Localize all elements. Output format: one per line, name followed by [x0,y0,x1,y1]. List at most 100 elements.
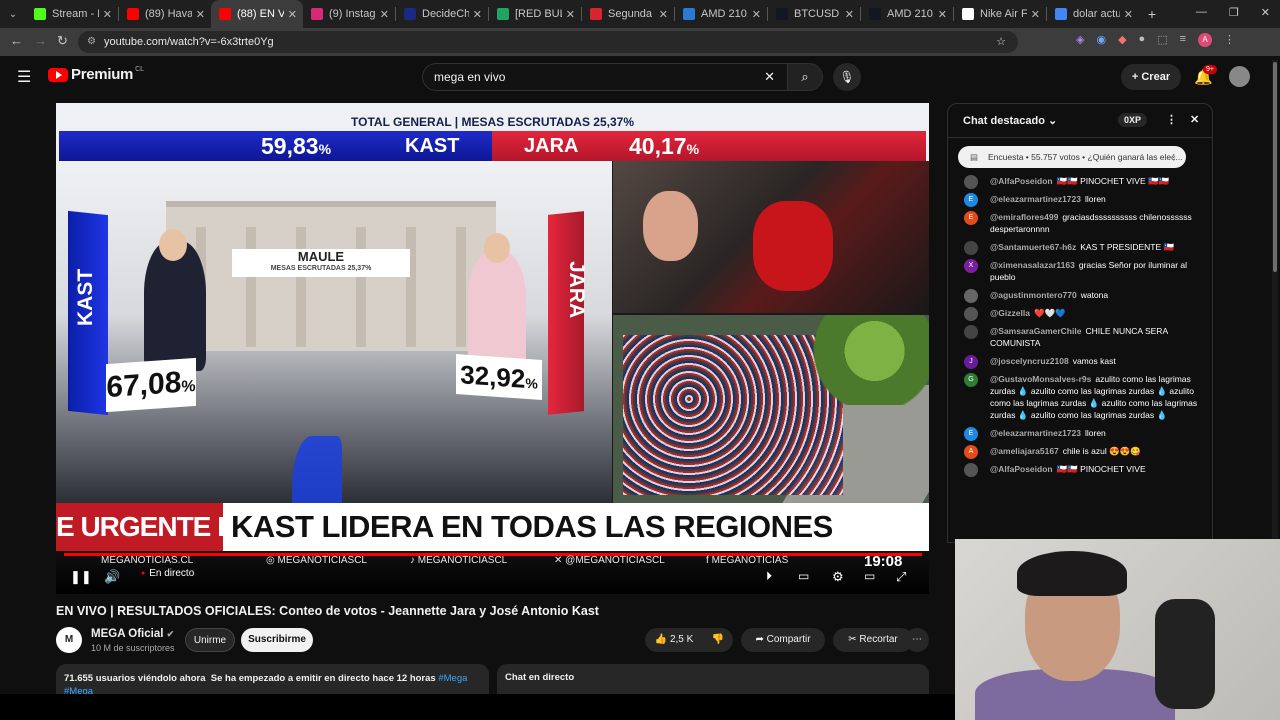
live-indicator[interactable]: En directo [141,568,194,579]
create-button[interactable]: + Crear [1121,64,1181,90]
hamburger-menu-icon[interactable]: ☰ [17,67,31,87]
like-button[interactable]: 👍 2,5 K [645,628,703,652]
chat-author[interactable]: @emiraflores499 [990,212,1058,222]
close-tab-icon[interactable]: ✕ [845,8,854,21]
chat-mode-dropdown[interactable]: Chat destacado ⌄ [963,114,1057,127]
extension-icon[interactable]: ◉ [1096,33,1106,47]
close-tab-icon[interactable]: ✕ [196,8,205,21]
close-tab-icon[interactable]: ✕ [566,8,575,21]
chat-message[interactable]: E @eleazarmartinez1723 lloren [948,190,1212,208]
chat-author[interactable]: @ximenasalazar1163 [990,260,1075,270]
xp-badge[interactable]: 0XP [1118,113,1148,127]
video-player[interactable]: TOTAL GENERAL | MESAS ESCRUTADAS 25,37% … [56,103,929,594]
reload-icon[interactable]: ↻ [57,33,68,49]
chat-message[interactable]: @AlfaPoseidon 🇨🇱🇨🇱 PINOCHET VIVE [948,460,1212,478]
extension-icon[interactable]: ◆ [1118,33,1126,47]
chat-avatar[interactable]: A [964,445,978,459]
close-tab-icon[interactable]: ✕ [380,8,389,21]
address-bar[interactable]: ⚙ youtube.com/watch?v=-6x3trte0Yg ☆ [78,31,1018,53]
extension-icon[interactable]: ◈ [1076,33,1084,47]
chat-avatar[interactable] [964,175,978,189]
chat-avatar[interactable]: E [964,193,978,207]
channel-avatar[interactable]: M [56,627,82,653]
browser-tab[interactable]: (88) EN VIVO ✕ [211,0,303,28]
chat-author[interactable]: @ameliajara5167 [990,446,1059,456]
close-window-icon[interactable]: ✕ [1261,6,1270,19]
site-info-icon[interactable]: ⚙ [87,31,96,53]
chat-author[interactable]: @SamsaraGamerChile [990,326,1081,336]
poll-banner[interactable]: ▤ Encuesta • 55.757 votos • ¿Quién ganar… [958,146,1186,168]
clear-search-icon[interactable]: ✕ [764,64,775,90]
chat-message[interactable]: A @ameliajara5167 chile is azul 😍😍😋 [948,442,1212,460]
chat-menu-icon[interactable]: ⋮ [1166,113,1177,126]
browser-tab[interactable]: Segunda Vo ✕ [582,0,674,28]
share-button[interactable]: ➦ Compartir [741,628,825,652]
poll-menu-icon[interactable]: ⋮ [1170,146,1179,168]
browser-tab[interactable]: (9) Instagram ✕ [303,0,395,28]
close-tab-icon[interactable]: ✕ [659,8,668,21]
chat-author[interactable]: @AlfaPoseidon [990,464,1053,474]
chat-message[interactable]: J @joscelyncruz2108 vamos kast [948,352,1212,370]
volume-icon[interactable]: 🔊 [104,569,120,585]
browser-tab[interactable]: Stream - Kick ✕ [26,0,118,28]
chat-avatar[interactable]: J [964,355,978,369]
hashtag-link[interactable]: #Mega [438,673,467,684]
dislike-button[interactable]: 👎 [703,628,733,652]
browser-tab[interactable]: BTCUSD 88,5 ✕ [768,0,860,28]
pause-icon[interactable]: ❚❚ [70,569,92,585]
browser-tab[interactable]: DecideChile ✕ [396,0,488,28]
browser-tab[interactable]: dolar actual ✕ [1047,0,1139,28]
fullscreen-icon[interactable]: ⤢ [896,569,906,585]
sidebar-icon[interactable]: ≡ [1180,33,1186,47]
browser-tab[interactable]: AMD 210,78 ✕ [675,0,767,28]
close-chat-icon[interactable]: ✕ [1190,113,1199,126]
settings-gear-icon[interactable]: ⚙ [832,569,844,585]
restore-icon[interactable]: ❐ [1229,6,1239,19]
profile-avatar[interactable]: A [1198,33,1213,47]
chat-message[interactable]: E @emiraflores499 graciasdssssssssss chile… [948,208,1212,238]
bookmark-star-icon[interactable]: ☆ [996,31,1006,53]
chat-avatar[interactable] [964,289,978,303]
close-tab-icon[interactable]: ✕ [288,8,297,21]
channel-name[interactable]: MEGA Oficial ✔ [91,628,174,640]
account-avatar[interactable] [1229,66,1250,87]
browser-tab[interactable]: (89) Hava Na ✕ [119,0,211,28]
chat-avatar[interactable] [964,307,978,321]
chat-author[interactable]: @eleazarmartinez1723 [990,194,1081,204]
chat-message[interactable]: E @eleazarmartinez1723 lloren [948,424,1212,442]
join-button[interactable]: Unirme [185,628,235,652]
extension-icon[interactable]: ● [1139,33,1146,47]
chat-author[interactable]: @agustinmontero770 [990,290,1077,300]
browser-tab[interactable]: AMD 210,78 ✕ [861,0,953,28]
new-tab-button[interactable]: + [1139,6,1165,22]
chat-author[interactable]: @AlfaPoseidon [990,176,1053,186]
chat-author[interactable]: @GustavoMonsalves-r9s [990,374,1091,384]
chat-avatar[interactable]: G [964,373,978,387]
chat-message[interactable]: @Gizzella ❤️🤍💙 [948,304,1212,322]
chat-message[interactable]: @SamsaraGamerChile CHILE NUNCA SERA COMUN… [948,322,1212,352]
chat-message[interactable]: @Santamuerte67-h6z KAS T PRESIDENTE 🇨🇱 [948,238,1212,256]
close-tab-icon[interactable]: ✕ [1124,8,1133,21]
chat-avatar[interactable]: E [964,211,978,225]
subtitles-icon[interactable]: ▭ [798,569,809,583]
forward-icon[interactable]: → [34,33,47,48]
menu-dots-icon[interactable]: ⋮ [1224,33,1235,47]
chat-avatar[interactable] [964,241,978,255]
chat-author[interactable]: @Santamuerte67-h6z [990,242,1076,252]
chat-author[interactable]: @eleazarmartinez1723 [990,428,1081,438]
subscribe-button[interactable]: Suscribirme [241,628,313,652]
chat-message[interactable]: @AlfaPoseidon 🇨🇱🇨🇱 PINOCHET VIVE 🇨🇱🇨🇱 [948,172,1212,190]
chat-avatar[interactable]: E [964,427,978,441]
tab-search-icon[interactable]: ⌄ [0,9,26,20]
more-actions-button[interactable]: ⋯ [905,628,929,652]
search-button[interactable]: ⌕ [787,63,823,91]
youtube-premium-logo[interactable]: Premium CL [48,66,144,83]
chat-avatar[interactable] [964,463,978,477]
close-tab-icon[interactable]: ✕ [938,8,947,21]
chat-avatar[interactable] [964,325,978,339]
chat-author[interactable]: @Gizzella [990,308,1030,318]
chat-message[interactable]: X @ximenasalazar1163 gracias Señor por ilu… [948,256,1212,286]
browser-tab[interactable]: [RED BULL P ✕ [489,0,581,28]
puzzle-icon[interactable]: ⬚ [1157,33,1167,47]
minimize-icon[interactable]: — [1196,6,1207,19]
